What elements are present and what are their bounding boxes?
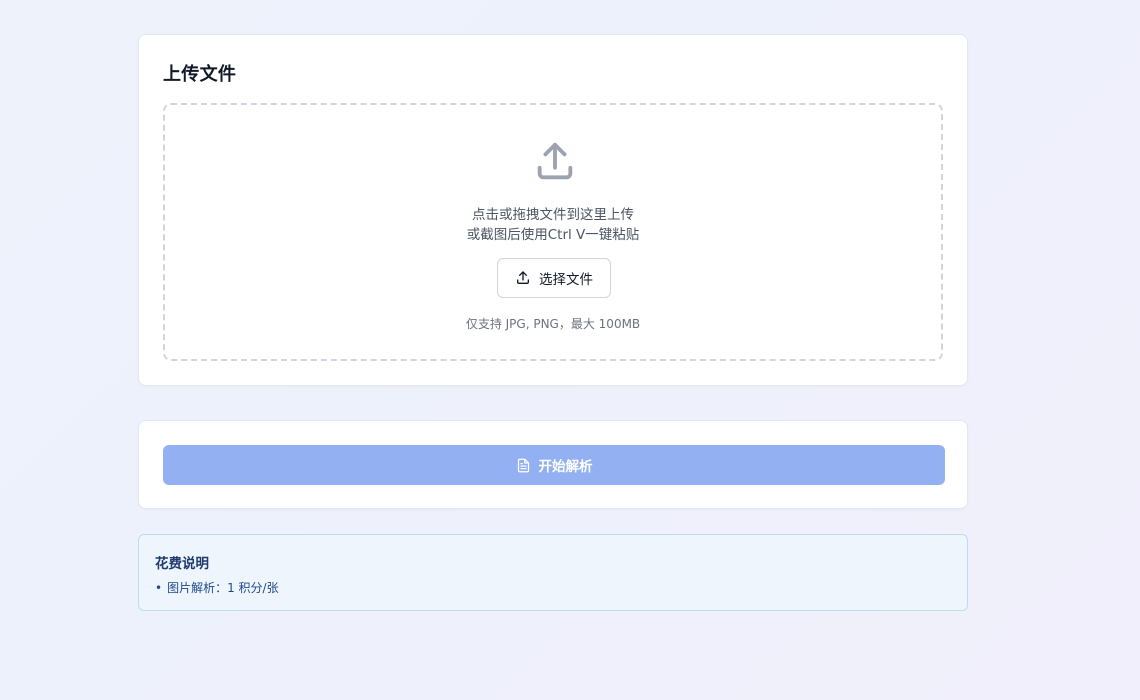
action-card: 开始解析 [138, 420, 968, 509]
choose-file-button[interactable]: 选择文件 [497, 258, 611, 298]
cost-info-box: 花费说明 • 图片解析：1 积分/张 [138, 534, 968, 611]
choose-file-label: 选择文件 [539, 272, 593, 288]
start-parse-button[interactable]: 开始解析 [163, 445, 945, 485]
cost-title: 花费说明 [155, 556, 209, 572]
paste-instruction: 或截图后使用Ctrl V一键粘贴 [466, 227, 640, 243]
drop-instruction: 点击或拖拽文件到这里上传 [472, 207, 634, 223]
upload-title: 上传文件 [163, 64, 237, 85]
file-dropzone[interactable]: 点击或拖拽文件到这里上传 或截图后使用Ctrl V一键粘贴 选择文件 仅支持 J… [163, 103, 943, 361]
upload-card: 上传文件 点击或拖拽文件到这里上传 或截图后使用Ctrl V一键粘贴 选择文件 … [138, 34, 968, 386]
file-format-hint: 仅支持 JPG, PNG，最大 100MB [465, 317, 641, 331]
bullet: • [155, 580, 163, 595]
cost-item-text: 图片解析：1 积分/张 [167, 581, 279, 595]
document-icon [517, 458, 529, 472]
upload-icon [537, 142, 573, 180]
list-item: • 图片解析：1 积分/张 [155, 579, 279, 596]
start-parse-label: 开始解析 [538, 459, 593, 475]
upload-icon [517, 271, 529, 284]
